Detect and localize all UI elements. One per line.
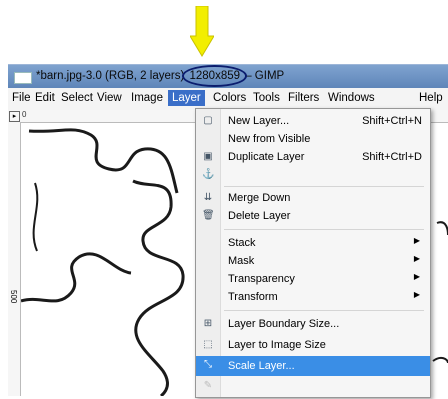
menu-item-merge-down[interactable]: ⇊ Merge Down xyxy=(196,189,430,207)
transform-label: Transform xyxy=(228,291,278,303)
layer-to-image-size-label: Layer to Image Size xyxy=(228,339,326,351)
menu-view[interactable]: View xyxy=(97,92,122,104)
menu-image[interactable]: Image xyxy=(131,92,163,104)
anchor-icon: ⚓ xyxy=(202,169,215,180)
menu-item-mask[interactable]: Mask ▶ xyxy=(196,252,430,270)
menu-windows[interactable]: Windows xyxy=(328,92,375,104)
merge-down-label: Merge Down xyxy=(228,192,291,204)
menu-item-layer-boundary-size[interactable]: ⊞ Layer Boundary Size... xyxy=(196,315,430,333)
crop-icon: ✎ xyxy=(203,380,213,391)
stack-label: Stack xyxy=(228,237,256,249)
menu-item-anchor-layer[interactable]: ⚓ xyxy=(196,166,430,184)
submenu-arrow-icon: ▶ xyxy=(413,236,420,245)
menu-item-scale-layer[interactable]: ⤡ Scale Layer... xyxy=(196,356,430,376)
menu-item-stack[interactable]: Stack ▶ xyxy=(196,234,430,252)
image-size-highlight: 1280x859 xyxy=(182,65,247,87)
submenu-arrow-icon: ▶ xyxy=(413,272,420,281)
menu-item-crop-to-selection[interactable]: ✎ xyxy=(196,377,430,395)
layer-to-image-icon: ⬚ xyxy=(203,339,213,350)
title-suffix: – GIMP xyxy=(242,70,285,82)
ruler-top-label-0: 0 xyxy=(22,110,27,119)
ruler-left-label: 500 xyxy=(9,290,18,304)
submenu-arrow-icon: ▶ xyxy=(413,254,420,263)
menu-item-delete-layer[interactable]: 🗑 Delete Layer xyxy=(196,207,430,225)
duplicate-layer-label: Duplicate Layer xyxy=(228,151,305,163)
layer-boundary-icon: ⊞ xyxy=(203,318,213,329)
menu-item-duplicate-layer[interactable]: ▣ Duplicate Layer Shift+Ctrl+D xyxy=(196,148,430,166)
menu-layer[interactable]: Layer xyxy=(168,90,205,106)
trash-icon: 🗑 xyxy=(202,210,215,221)
quick-mask-toggle[interactable]: ▸ xyxy=(9,111,20,122)
new-from-visible-label: New from Visible xyxy=(228,133,311,145)
new-layer-icon: ▢ xyxy=(203,115,213,126)
new-layer-shortcut: Shift+Ctrl+N xyxy=(362,115,422,127)
new-layer-label: New Layer... xyxy=(228,115,290,127)
menu-item-layer-to-image-size[interactable]: ⬚ Layer to Image Size xyxy=(196,336,430,354)
scale-layer-label: Scale Layer... xyxy=(228,360,295,372)
menu-edit[interactable]: Edit xyxy=(35,92,55,104)
menu-file[interactable]: File xyxy=(12,92,31,104)
menu-separator xyxy=(224,229,424,230)
window-title: *barn.jpg-3.0 (RGB, 2 layers) 1280x859 –… xyxy=(36,65,285,87)
annotation-arrow-icon xyxy=(190,6,214,57)
scale-layer-icon: ⤡ xyxy=(204,359,212,370)
menu-select[interactable]: Select xyxy=(61,92,93,104)
submenu-arrow-icon: ▶ xyxy=(413,290,420,299)
menu-separator xyxy=(224,310,424,311)
window-titlebar: *barn.jpg-3.0 (RGB, 2 layers) 1280x859 –… xyxy=(8,64,448,89)
mask-label: Mask xyxy=(228,255,255,267)
layer-boundary-size-label: Layer Boundary Size... xyxy=(228,318,340,330)
menu-filters[interactable]: Filters xyxy=(288,92,319,104)
menu-tools[interactable]: Tools xyxy=(253,92,280,104)
title-prefix: *barn.jpg-3.0 (RGB, 2 layers) xyxy=(36,70,188,82)
transparency-label: Transparency xyxy=(228,273,295,285)
menu-item-transform[interactable]: Transform ▶ xyxy=(196,288,430,306)
duplicate-layer-icon: ▣ xyxy=(203,151,213,162)
menu-item-new-layer[interactable]: ▢ New Layer... Shift+Ctrl+N xyxy=(196,112,430,130)
merge-down-icon: ⇊ xyxy=(203,192,213,203)
ruler-left[interactable]: 500 xyxy=(8,122,21,396)
menu-help[interactable]: Help xyxy=(419,92,443,104)
menu-separator xyxy=(224,186,424,187)
menu-colors[interactable]: Colors xyxy=(213,92,246,104)
menu-item-transparency[interactable]: Transparency ▶ xyxy=(196,270,430,288)
delete-layer-label: Delete Layer xyxy=(228,210,291,222)
layer-menu-dropdown: ▢ New Layer... Shift+Ctrl+N New from Vis… xyxy=(195,108,431,398)
menu-item-new-from-visible[interactable]: New from Visible xyxy=(196,130,430,148)
duplicate-layer-shortcut: Shift+Ctrl+D xyxy=(362,151,422,163)
gimp-app-icon xyxy=(14,72,32,84)
